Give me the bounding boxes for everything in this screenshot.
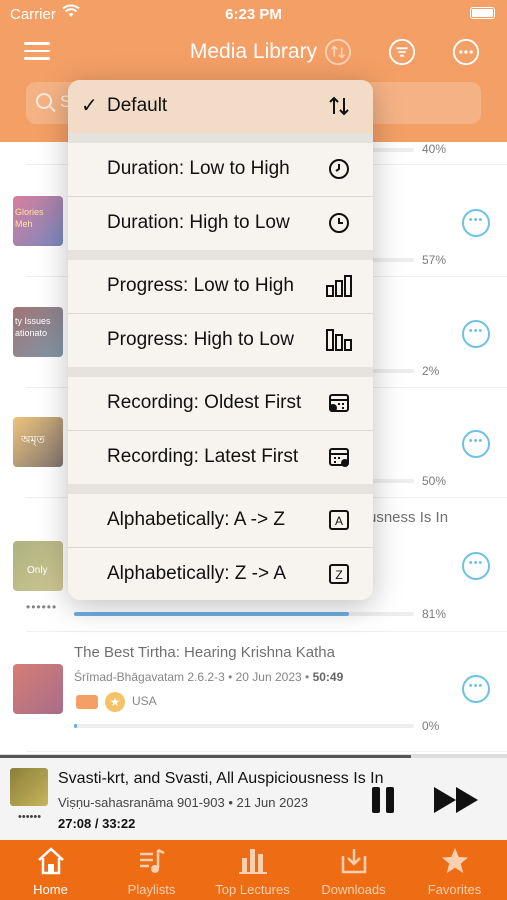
row-title: The Best Tirtha: Hearing Krishna Katha [74, 644, 335, 661]
sort-option-alpha-za[interactable]: Alphabetically: Z -> A Z [68, 548, 373, 600]
list-item[interactable]: The Best Tirtha: Hearing Krishna Katha Ś… [0, 632, 507, 754]
nav-bar: Media Library [0, 28, 507, 76]
player-dots: •••••• [18, 811, 42, 823]
filter-icon[interactable] [388, 38, 416, 66]
row-title: usness Is In [368, 509, 449, 526]
sort-option-progress-desc[interactable]: Progress: High to Low [68, 314, 373, 367]
player-progress-bar[interactable] [0, 755, 507, 758]
letter-z-icon: Z [329, 564, 349, 584]
lecture-thumbnail: Glories Meh [13, 196, 63, 246]
checkmark-icon: ✓ [81, 95, 98, 117]
svg-text:Z: Z [335, 568, 342, 582]
lecture-thumbnail: Only [13, 541, 63, 591]
home-icon [38, 847, 64, 875]
player-subtitle: Viṣṇu-sahasranāma 901-903 • 21 Jun 2023 [58, 795, 309, 810]
progress-bar [74, 724, 414, 728]
player-thumbnail [10, 768, 48, 806]
more-options-icon[interactable] [452, 38, 480, 66]
star-icon: ★ [105, 692, 125, 712]
tab-home[interactable]: Home [0, 840, 101, 900]
fast-forward-icon[interactable] [432, 785, 482, 815]
sort-option-default[interactable]: ✓ Default [68, 80, 373, 133]
video-icon [76, 695, 98, 709]
lecture-thumbnail [13, 664, 63, 714]
search-icon [36, 93, 52, 109]
row-more-button[interactable] [462, 320, 490, 348]
progress-label: 81% [422, 607, 447, 621]
lecture-thumbnail: ty Issues ationato [13, 307, 63, 357]
row-more-button[interactable] [462, 209, 490, 237]
sort-arrows-icon [329, 96, 349, 116]
playlist-icon [140, 848, 165, 873]
tab-favorites[interactable]: Favorites [404, 840, 505, 900]
battery-icon [470, 7, 495, 19]
tab-top-lectures[interactable]: Top Lectures [202, 840, 303, 900]
row-more-button[interactable] [462, 430, 490, 458]
page-title: Media Library [189, 40, 318, 63]
chart-icon [239, 849, 267, 874]
bars-descending-icon [326, 329, 352, 351]
row-meta: Śrīmad-Bhāgavatam 2.6.2-3 • 20 Jun 2023 … [74, 670, 344, 684]
progress-label: 0% [422, 719, 440, 733]
tab-bar: Home Playlists Top Lectures Downloads Fa… [0, 840, 507, 900]
progress-label: 40% [422, 142, 447, 156]
sort-icon[interactable] [324, 38, 352, 66]
location-label: USA [132, 694, 157, 708]
player-time: 27:08 / 33:22 [58, 816, 136, 831]
bars-ascending-icon [326, 275, 352, 297]
star-icon [442, 848, 468, 873]
clock-icon [329, 213, 349, 233]
row-dots: •••••• [26, 600, 58, 614]
tab-playlists[interactable]: Playlists [101, 840, 202, 900]
calendar-icon [329, 394, 349, 412]
calendar-icon [329, 448, 349, 467]
sort-option-duration-asc[interactable]: Duration: Low to High [68, 143, 373, 196]
svg-text:A: A [335, 514, 343, 528]
progress-label: 57% [422, 253, 447, 267]
sort-menu: ✓ Default Duration: Low to High Duration… [68, 80, 373, 600]
pause-button[interactable] [372, 787, 398, 813]
row-more-button[interactable] [462, 552, 490, 580]
clock-icon [329, 159, 349, 179]
status-bar: Carrier 6:23 PM [0, 0, 507, 28]
mini-player[interactable]: •••••• Svasti-krt, and Svasti, All Auspi… [0, 754, 507, 840]
letter-a-icon: A [329, 510, 349, 530]
sort-option-recording-latest[interactable]: Recording: Latest First [68, 431, 373, 484]
player-title: Svasti-krt, and Svasti, All Auspiciousne… [58, 770, 384, 787]
sort-option-recording-oldest[interactable]: Recording: Oldest First [68, 377, 373, 430]
status-time: 6:23 PM [225, 6, 282, 23]
lecture-thumbnail: অমৃত [13, 417, 63, 467]
tab-downloads[interactable]: Downloads [303, 840, 404, 900]
progress-bar [74, 612, 414, 616]
sort-option-alpha-az[interactable]: Alphabetically: A -> Z A [68, 494, 373, 547]
progress-label: 50% [422, 474, 447, 488]
sort-option-duration-desc[interactable]: Duration: High to Low [68, 197, 373, 250]
progress-label: 2% [422, 364, 440, 378]
download-icon [341, 849, 367, 874]
sort-option-progress-asc[interactable]: Progress: Low to High [68, 260, 373, 313]
row-more-button[interactable] [462, 675, 490, 703]
